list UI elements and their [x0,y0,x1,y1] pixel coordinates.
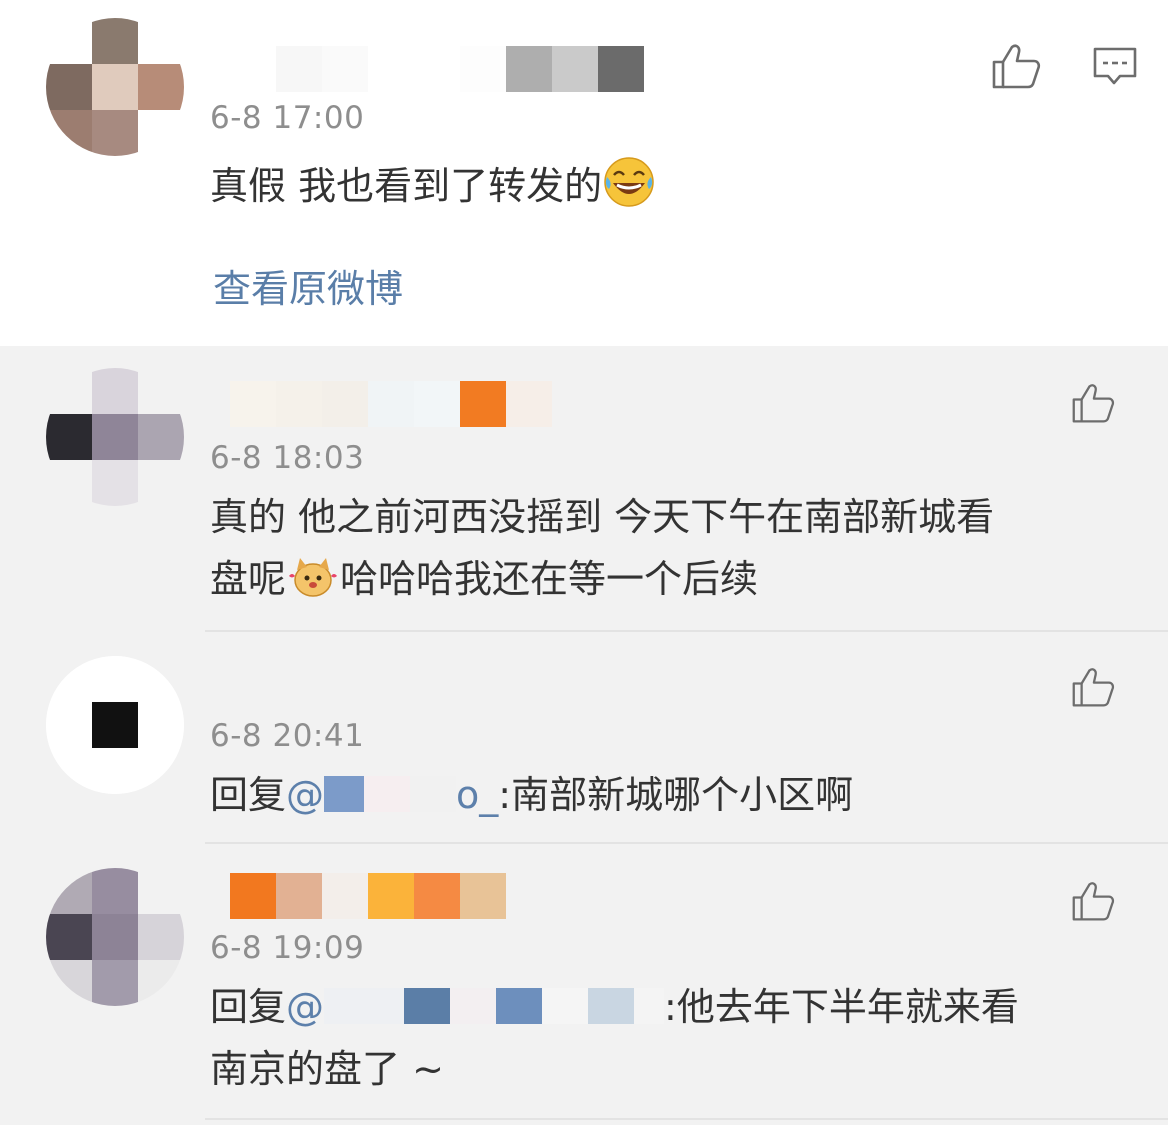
mention-blurred [324,988,405,1024]
cute-dog-icon [289,558,338,597]
reply-text-line1: 回复@:他去年下半年就来看 [210,985,1019,1029]
reply-time: 6-8 19:09 [210,930,365,966]
reply-text-line2: 盘呢 哈哈哈我还在等一个后续 [210,548,1110,610]
mention-link[interactable]: @ [286,985,665,1029]
like-icon[interactable] [1070,666,1116,708]
reply-text: 回复@ o_:南部新城哪个小区啊 [210,773,854,817]
main-comment-card: 6-8 17:00 真假 我也看到了转发的 查看原微博 [0,0,1168,346]
divider [205,630,1168,632]
comment-icon[interactable] [1092,46,1138,88]
divider [205,842,1168,844]
avatar[interactable] [46,368,184,506]
avatar[interactable] [46,18,184,156]
username-blurred[interactable] [230,46,644,92]
comment-text: 真假 我也看到了转发的 [210,155,1110,217]
avatar[interactable] [46,656,184,794]
comment-time: 6-8 17:00 [210,100,365,136]
like-icon[interactable] [1070,382,1116,424]
username-blurred[interactable] [230,381,552,427]
like-icon[interactable] [1070,880,1116,922]
reply-time: 6-8 18:03 [210,440,365,476]
mention-link[interactable]: @ o_ [286,773,498,817]
reply-text: 真的 他之前河西没摇到 今天下午在南部新城看 盘呢 哈哈哈我还在等一个后续 [210,486,1110,610]
laughing-tears-icon [604,157,654,207]
avatar[interactable] [46,868,184,1006]
username-blurred[interactable] [230,873,506,919]
like-icon[interactable] [990,42,1042,90]
reply-time: 6-8 20:41 [210,718,365,754]
view-original-link[interactable]: 查看原微博 [213,258,403,313]
mention-blurred [324,776,365,812]
reply-text: 回复@:他去年下半年就来看 南京的盘了 ~ [210,976,1110,1100]
divider [205,1118,1168,1120]
